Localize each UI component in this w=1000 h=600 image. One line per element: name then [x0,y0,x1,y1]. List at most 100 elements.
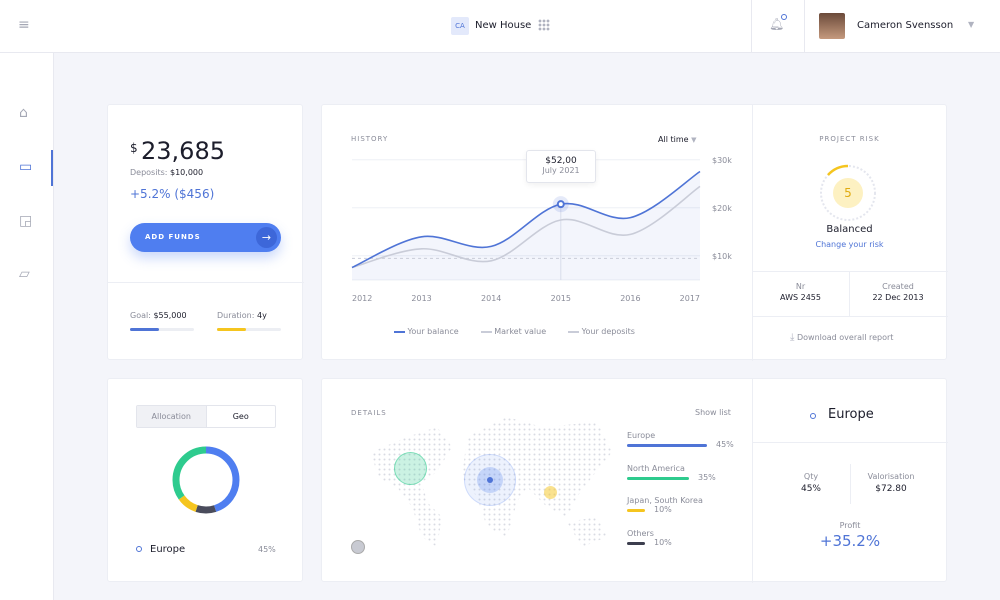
x-tick-label: 2012 [352,294,372,303]
others-marker[interactable] [351,540,365,554]
home-icon[interactable]: ⌂ [19,105,28,121]
legend-label: Your balance [407,327,459,336]
region-pct: 10% [654,505,672,514]
x-tick-label: 2017 [680,294,700,303]
x-tick-label: 2014 [481,294,501,303]
show-list-link[interactable]: Show list [695,408,731,417]
region-pct: 45% [716,440,734,449]
project-name[interactable]: New House [475,20,531,31]
tooltip-value: $52,00 [545,156,577,166]
region-bar [627,444,707,447]
region-dot-icon [810,413,816,419]
apps-grid-icon[interactable] [538,19,550,31]
currency-symbol: $ [130,141,138,155]
tooltip-date: July 2021 [542,166,580,175]
selected-dot-icon [136,546,142,552]
balance-amount: 23,685 [141,137,225,165]
details-card: DETAILS Show list Europe 45% North Ameri… [321,378,948,583]
active-indicator [51,150,53,186]
balance-card: $ 23,685 Deposits: $10,000 +5.2% ($456) … [107,104,304,360]
add-funds-button[interactable]: ADD FUNDS → [130,223,281,252]
highlight-point[interactable] [556,200,565,209]
chevron-down-icon[interactable]: ▼ [968,20,974,29]
valorisation-label: Valorisation [867,472,915,481]
tab-geo[interactable]: Geo [207,406,276,427]
user-name[interactable]: Cameron Svensson [857,20,953,31]
history-chart: $10k $20k $30k 2012 2013 2014 2015 2016 2017 [351,156,732,303]
y-tick-label: $20k [712,204,732,213]
duration-value: 4y [257,311,267,320]
allocation-card: Allocation Geo Europe 45% [107,378,303,582]
menu-icon[interactable]: ≡ [18,17,30,33]
legend-deposits: Your deposits [568,327,635,336]
duration-label: Duration: [217,311,255,320]
profit-value: +35.2% [819,532,881,550]
goal-value: $55,000 [153,311,187,320]
download-label: Download overall report [796,333,894,342]
region-list-item[interactable]: Europe 45% [627,431,747,459]
risk-title: PROJECT RISK [819,135,880,143]
region-pct: 35% [698,472,716,482]
deposits-value: $10,000 [170,168,204,177]
notification-dot [781,14,787,20]
region-label: Japan, South Korea [627,496,703,505]
qty-value: 45% [800,484,821,494]
goal-progress [130,328,194,331]
region-list-item[interactable]: Japan, South Korea 10% [627,496,747,524]
selected-pct: 45% [258,545,276,554]
region-label: North America [627,463,685,473]
region-pct: 10% [654,537,672,547]
goal-label: Goal: [130,311,151,320]
folder-icon[interactable]: ▱ [19,266,30,282]
selected-region: Europe [150,544,186,555]
region-bar [627,541,645,545]
download-icon: ⤓ [790,332,795,343]
region-bar [627,476,689,480]
x-tick-label: 2015 [551,294,571,303]
x-tick-label: 2013 [411,294,431,303]
allocation-donut [172,446,240,514]
region-name: Europe [828,407,874,422]
profit-label: Profit [839,521,861,530]
y-tick-label: $10k [712,252,732,261]
allocation-tabs: Allocation Geo [136,405,276,428]
duration-progress [217,328,281,331]
legend-label: Your deposits [581,327,635,336]
europe-marker[interactable] [464,454,516,506]
y-tick-label: $30k [712,156,732,165]
deposits-label: Deposits: [130,168,168,177]
export-icon[interactable]: ◲ [19,213,32,229]
chart-tooltip: $52,00 July 2021 [526,150,596,183]
created-value: 22 Dec 2013 [872,293,924,302]
x-tick-label: 2016 [620,294,640,303]
nr-label: Nr [795,282,806,291]
tab-allocation[interactable]: Allocation [137,406,207,427]
risk-level: Balanced [826,224,873,235]
region-list-item[interactable]: North America 35% [627,464,747,492]
arrow-right-icon: → [256,227,277,248]
north-america-marker[interactable] [394,452,427,485]
valorisation-value: $72.80 [875,484,907,494]
avatar[interactable] [819,13,845,39]
wallet-icon[interactable]: ▭ [19,159,32,175]
project-badge: CA [451,17,469,35]
balance-change: +5.2% ($456) [130,187,215,201]
legend-balance: Your balance [394,327,459,336]
sidebar: ⌂ ▭ ◲ ▱ [0,53,54,600]
region-label: Others [627,528,654,538]
legend-label: Market value [494,327,547,336]
asia-marker[interactable] [544,486,557,499]
change-risk-link[interactable]: Change your risk [752,240,947,249]
top-bar: ≡ CA New House 🔔︎ Cameron Svensson ▼ [0,0,1000,53]
qty-label: Qty [803,472,819,481]
legend-market: Market value [480,327,547,336]
region-list-item[interactable]: Others 10% [627,529,747,557]
nr-value: AWS 2455 [780,293,821,302]
chart-legend: Your balance Market value Your deposits [394,327,635,336]
created-label: Created [882,282,914,291]
download-report-button[interactable]: ⤓ Download overall report [790,332,893,343]
add-funds-label: ADD FUNDS [145,233,201,241]
risk-score: 5 [844,186,852,200]
region-label: Europe [627,431,656,440]
region-bar [627,509,645,512]
